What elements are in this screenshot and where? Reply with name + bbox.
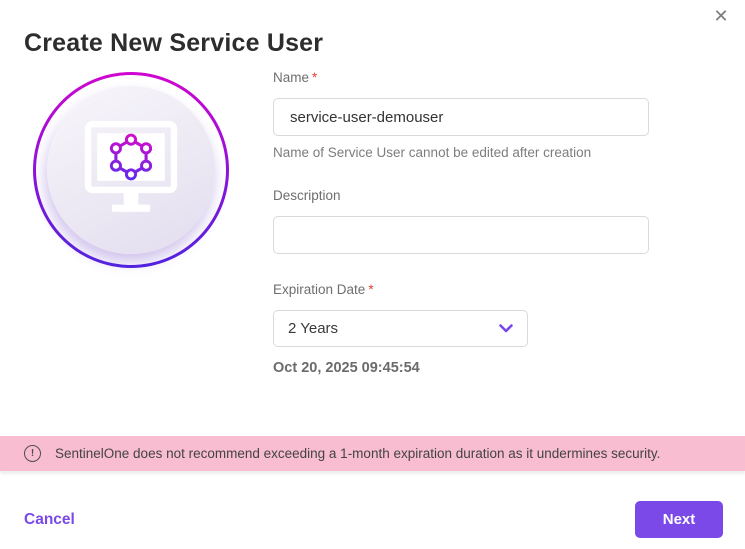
name-label-text: Name (273, 70, 309, 85)
name-input[interactable] (273, 98, 649, 136)
description-input[interactable] (273, 216, 649, 254)
security-warning-banner: ! SentinelOne does not recommend exceedi… (0, 436, 745, 471)
service-user-form: Name* Name of Service User cannot be edi… (273, 70, 649, 376)
modal-title: Create New Service User (24, 29, 323, 58)
chevron-down-icon (499, 320, 513, 337)
create-service-user-modal: Create New Service User ✕ (0, 0, 745, 549)
expiration-date-value: Oct 20, 2025 09:45:54 (273, 360, 649, 376)
expiration-selected-value: 2 Years (288, 320, 338, 337)
expiration-select[interactable]: 2 Years (273, 310, 528, 347)
required-asterisk: * (368, 282, 373, 297)
service-user-avatar (33, 72, 229, 268)
warning-circle-icon: ! (24, 445, 41, 462)
warning-text: SentinelOne does not recommend exceeding… (55, 446, 660, 461)
avatar-inner-circle (47, 86, 215, 254)
expiration-field-group: Expiration Date* 2 Years Oct 20, 2025 09… (273, 282, 649, 376)
monitor-network-icon (67, 112, 195, 229)
description-label: Description (273, 188, 649, 203)
close-icon: ✕ (713, 6, 728, 26)
name-helper-text: Name of Service User cannot be edited af… (273, 145, 649, 160)
name-label: Name* (273, 70, 649, 85)
expiration-label: Expiration Date* (273, 282, 649, 297)
cancel-button[interactable]: Cancel (24, 511, 75, 529)
name-field-group: Name* Name of Service User cannot be edi… (273, 70, 649, 160)
next-button[interactable]: Next (635, 501, 723, 538)
expiration-label-text: Expiration Date (273, 282, 365, 297)
description-field-group: Description (273, 188, 649, 254)
avatar-gap-ring (36, 75, 226, 265)
description-label-text: Description (273, 188, 341, 203)
required-asterisk: * (312, 70, 317, 85)
close-button[interactable]: ✕ (707, 2, 735, 30)
